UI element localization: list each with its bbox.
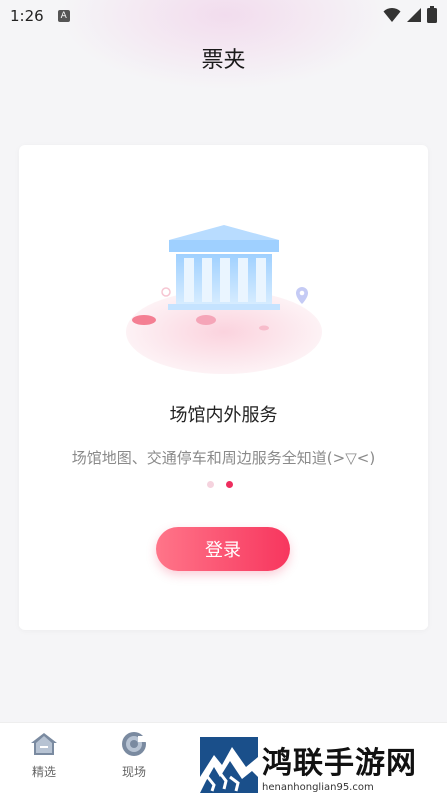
onboarding-card: 场馆内外服务 场馆地图、交通停车和周边服务全知道(>▽<) 登录 <box>19 145 428 630</box>
nav-item-live[interactable]: 现场 <box>109 731 159 780</box>
watermark-url: henanhonglian95.com <box>262 781 374 793</box>
nav-item-featured[interactable]: 精选 <box>19 731 69 780</box>
carousel-pagination <box>207 481 233 488</box>
battery-icon <box>427 6 437 23</box>
live-icon <box>122 732 146 756</box>
wifi-icon <box>383 7 401 22</box>
card-scallop-edge <box>19 624 428 629</box>
pagination-dot-active[interactable] <box>226 481 233 488</box>
status-time: 1:26 <box>10 7 44 25</box>
login-button[interactable]: 登录 <box>156 527 290 571</box>
nav-label-featured: 精选 <box>31 765 56 779</box>
card-description: 场馆地图、交通停车和周边服务全知道(>▽<) <box>71 449 376 467</box>
home-icon <box>31 733 57 755</box>
nav-label-live: 现场 <box>121 765 146 779</box>
status-indicators <box>383 6 437 23</box>
site-watermark: 鸿联手游网 henanhonglian95.com <box>200 736 440 794</box>
watermark-title: 鸿联手游网 <box>262 745 417 781</box>
status-bar: 1:26 A <box>0 0 447 32</box>
notification-app-icon: A <box>57 10 70 22</box>
page-title: 票夹 <box>201 48 246 73</box>
venue-illustration <box>126 225 322 374</box>
card-heading: 场馆内外服务 <box>169 405 278 426</box>
watermark-logo-icon <box>200 737 258 793</box>
pagination-dot[interactable] <box>207 481 214 488</box>
signal-icon <box>407 7 421 22</box>
